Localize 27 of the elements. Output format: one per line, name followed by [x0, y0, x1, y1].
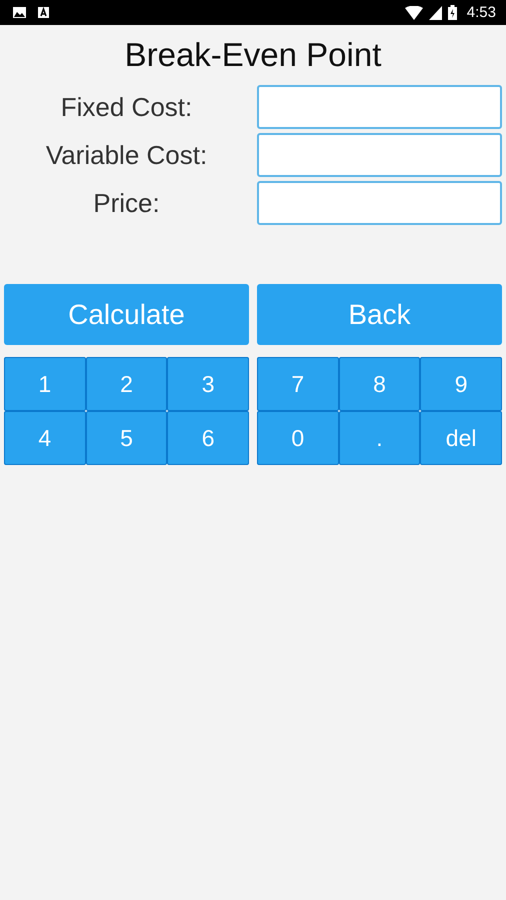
clock-time: 4:53 [466, 4, 496, 21]
signal-icon [428, 6, 442, 20]
input-field[interactable] [257, 181, 502, 225]
keypad-key[interactable]: 4 [4, 411, 86, 465]
keypad-key[interactable]: 2 [86, 357, 168, 411]
keypad-key[interactable]: 7 [257, 357, 339, 411]
field-label: Fixed Cost: [60, 92, 194, 122]
input-field[interactable] [257, 133, 502, 177]
page-title: Break-Even Point [124, 35, 382, 75]
keypad-key[interactable]: 9 [420, 357, 502, 411]
field-label: Variable Cost: [44, 140, 208, 170]
input-field[interactable] [257, 85, 502, 129]
action-button[interactable]: Calculate [4, 284, 249, 345]
keypad-key[interactable]: . [338, 411, 420, 465]
action-button[interactable]: Back [257, 284, 502, 345]
keypad-key[interactable]: 0 [257, 411, 339, 465]
keypad-key[interactable]: 8 [338, 357, 420, 411]
keypad-key[interactable]: 6 [167, 411, 249, 465]
keypad-key[interactable]: 1 [4, 357, 86, 411]
battery-icon [448, 5, 457, 20]
wifi-icon [404, 6, 423, 20]
image-icon [13, 7, 26, 18]
keypad-key[interactable]: 5 [86, 411, 168, 465]
keypad-key[interactable]: del [420, 411, 502, 465]
keypad-key[interactable]: 3 [167, 357, 249, 411]
notification-icon [38, 7, 49, 18]
field-label: Price: [92, 188, 161, 218]
